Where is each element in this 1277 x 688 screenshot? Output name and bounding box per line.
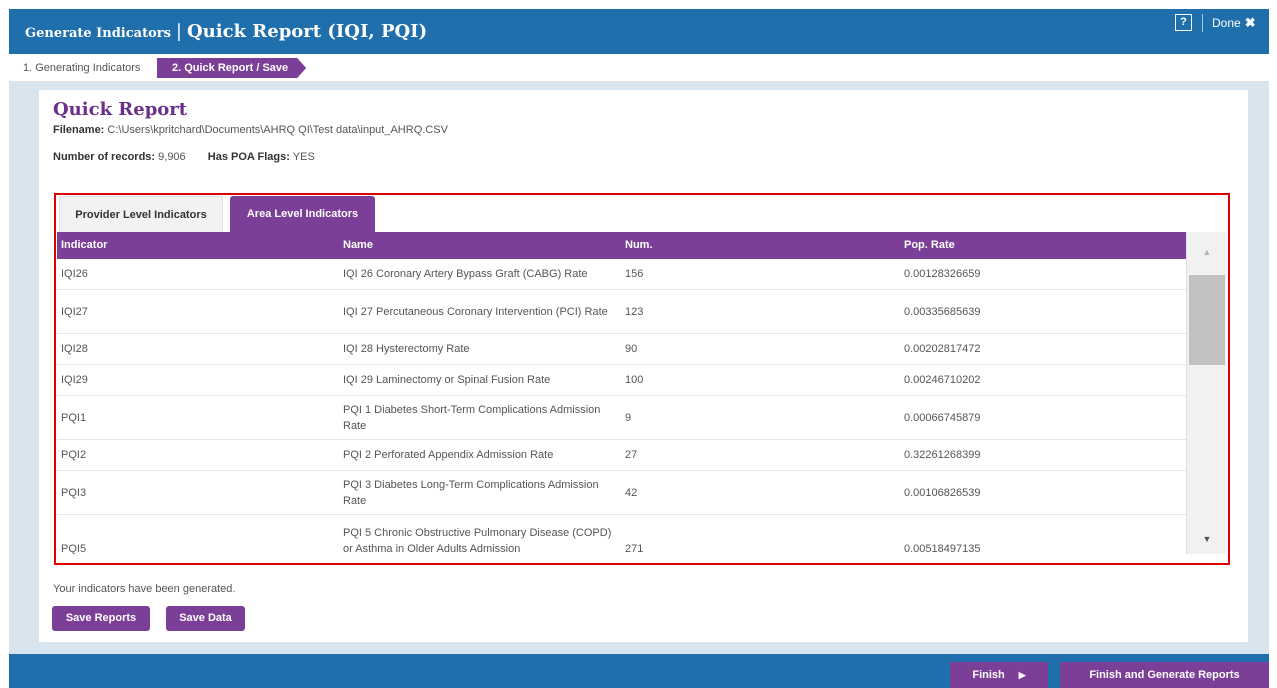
cell-pop-rate: 0.00246710202 bbox=[904, 374, 981, 386]
table-row[interactable]: PQI1 PQI 1 Diabetes Short-Term Complicat… bbox=[57, 396, 1186, 440]
save-data-button[interactable]: Save Data bbox=[166, 606, 245, 631]
cell-pop-rate: 0.00518497135 bbox=[904, 543, 981, 554]
column-header-indicator[interactable]: Indicator bbox=[61, 239, 107, 251]
tab-provider-level-indicators[interactable]: Provider Level Indicators bbox=[59, 196, 223, 232]
cell-indicator: PQI1 bbox=[61, 411, 87, 424]
records-line: Number of records: 9,906 Has POA Flags: … bbox=[53, 151, 315, 163]
cell-pop-rate: 0.00066745879 bbox=[904, 411, 981, 424]
records-value: 9,906 bbox=[158, 151, 186, 163]
grid-body: IQI26 IQI 26 Coronary Artery Bypass Graf… bbox=[57, 259, 1186, 554]
table-row[interactable]: IQI29 IQI 29 Laminectomy or Spinal Fusio… bbox=[57, 365, 1186, 396]
cell-name: PQI 1 Diabetes Short-Term Complications … bbox=[343, 403, 601, 432]
title-main: Quick Report (IQI, PQI) bbox=[187, 21, 428, 42]
records-label: Number of records: bbox=[53, 151, 156, 163]
step-generating-indicators[interactable]: 1. Generating Indicators bbox=[23, 62, 140, 74]
column-header-num[interactable]: Num. bbox=[625, 239, 653, 251]
cell-indicator: PQI3 bbox=[61, 486, 87, 499]
scrollbar-thumb[interactable] bbox=[1189, 275, 1225, 365]
titlebar-divider bbox=[1202, 14, 1203, 32]
step-quick-report-save[interactable]: 2. Quick Report / Save bbox=[157, 58, 306, 78]
table-row[interactable]: PQI3 PQI 3 Diabetes Long-Term Complicati… bbox=[57, 471, 1186, 515]
cell-indicator: PQI2 bbox=[61, 449, 87, 461]
cell-num: 9 bbox=[625, 411, 632, 424]
done-button[interactable]: Done ✖ bbox=[1212, 15, 1256, 31]
filename-value: C:\Users\kpritchard\Documents\AHRQ QI\Te… bbox=[107, 124, 448, 136]
cell-name: IQI 26 Coronary Artery Bypass Graft (CAB… bbox=[343, 268, 588, 280]
indicators-grid: Indicator Name Num. Pop. Rate IQI26 IQI … bbox=[57, 232, 1227, 554]
cell-pop-rate: 0.32261268399 bbox=[904, 449, 981, 461]
arrow-right-icon: ▶ bbox=[1018, 670, 1026, 680]
cell-name: PQI 2 Perforated Appendix Admission Rate bbox=[343, 449, 554, 461]
cell-num: 27 bbox=[625, 449, 638, 461]
cell-num: 90 bbox=[625, 343, 638, 355]
title-separator: | bbox=[175, 21, 182, 42]
scroll-up-icon[interactable]: ▲ bbox=[1187, 232, 1227, 272]
table-row[interactable]: IQI27 IQI 27 Percutaneous Coronary Inter… bbox=[57, 290, 1186, 334]
cell-name: IQI 27 Percutaneous Coronary Interventio… bbox=[343, 305, 608, 318]
title-bar: Generate Indicators | Quick Report (IQI,… bbox=[9, 9, 1269, 54]
window-title: Generate Indicators | Quick Report (IQI,… bbox=[25, 21, 427, 42]
help-button[interactable]: ? bbox=[1175, 14, 1192, 31]
cell-name: PQI 5 Chronic Obstructive Pulmonary Dise… bbox=[343, 527, 612, 554]
done-label: Done bbox=[1212, 16, 1241, 30]
cell-name: IQI 29 Laminectomy or Spinal Fusion Rate bbox=[343, 374, 551, 386]
page-title: Quick Report bbox=[53, 99, 188, 120]
finish-label: Finish bbox=[972, 669, 1005, 681]
cell-name: IQI 28 Hysterectomy Rate bbox=[343, 343, 470, 355]
cell-pop-rate: 0.00202817472 bbox=[904, 343, 981, 355]
cell-num: 123 bbox=[625, 305, 644, 318]
close-icon: ✖ bbox=[1244, 15, 1256, 30]
column-header-pop-rate[interactable]: Pop. Rate bbox=[904, 239, 955, 251]
cell-pop-rate: 0.00106826539 bbox=[904, 486, 981, 499]
table-row[interactable]: IQI28 IQI 28 Hysterectomy Rate 90 0.0020… bbox=[57, 334, 1186, 365]
status-message: Your indicators have been generated. bbox=[53, 583, 236, 595]
column-header-name[interactable]: Name bbox=[343, 239, 373, 251]
finish-button[interactable]: Finish ▶ bbox=[950, 662, 1048, 688]
table-row[interactable]: PQI2 PQI 2 Perforated Appendix Admission… bbox=[57, 440, 1186, 471]
cell-num: 156 bbox=[625, 268, 644, 280]
finish-and-generate-reports-button[interactable]: Finish and Generate Reports bbox=[1060, 662, 1269, 688]
table-row[interactable]: PQI5 PQI 5 Chronic Obstructive Pulmonary… bbox=[57, 515, 1186, 554]
poa-label: Has POA Flags: bbox=[207, 151, 290, 163]
step-bar: 1. Generating Indicators 2. Quick Report… bbox=[9, 54, 1269, 82]
cell-indicator: PQI5 bbox=[61, 543, 87, 554]
cell-pop-rate: 0.00335685639 bbox=[904, 305, 981, 318]
cell-num: 100 bbox=[625, 374, 644, 386]
save-reports-button[interactable]: Save Reports bbox=[52, 606, 150, 631]
filename-label: Filename: bbox=[53, 124, 105, 136]
cell-num: 42 bbox=[625, 486, 638, 499]
grid-header: Indicator Name Num. Pop. Rate bbox=[57, 232, 1186, 259]
cell-indicator: IQI28 bbox=[61, 343, 88, 355]
cell-name: PQI 3 Diabetes Long-Term Complications A… bbox=[343, 478, 599, 507]
cell-indicator: IQI29 bbox=[61, 374, 88, 386]
cell-num: 271 bbox=[625, 543, 644, 554]
filename-line: Filename: C:\Users\kpritchard\Documents\… bbox=[53, 124, 448, 136]
cell-indicator: IQI26 bbox=[61, 268, 88, 280]
cell-pop-rate: 0.00128326659 bbox=[904, 268, 981, 280]
cell-indicator: IQI27 bbox=[61, 305, 88, 318]
poa-value: YES bbox=[292, 151, 315, 163]
title-prefix: Generate Indicators bbox=[25, 26, 171, 41]
table-row[interactable]: IQI26 IQI 26 Coronary Artery Bypass Graf… bbox=[57, 259, 1186, 290]
scroll-down-icon[interactable]: ▼ bbox=[1187, 524, 1227, 554]
tab-area-level-indicators[interactable]: Area Level Indicators bbox=[230, 196, 375, 232]
grid-scrollbar[interactable]: ▲ ▼ bbox=[1186, 232, 1226, 554]
